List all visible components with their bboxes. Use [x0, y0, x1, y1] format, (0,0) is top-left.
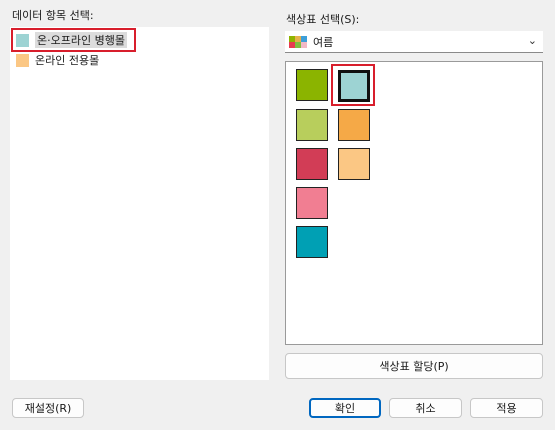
swatch-color[interactable] [296, 69, 328, 101]
list-item-online-offline[interactable]: 온·오프라인 병행몰 [11, 28, 136, 52]
ok-button[interactable]: 확인 [309, 398, 381, 418]
data-item-list[interactable]: 온·오프라인 병행몰 온라인 전용몰 [10, 27, 269, 380]
swatch-color[interactable] [296, 109, 328, 141]
reset-button[interactable]: 재설정(R) [12, 398, 84, 418]
swatch-color[interactable] [338, 70, 370, 102]
palette-selected-value: 여름 [313, 35, 334, 49]
assign-palette-button[interactable]: 색상표 할당(P) [285, 353, 543, 379]
palette-dropdown[interactable]: 여름 ⌄ [285, 31, 543, 53]
swatch-color[interactable] [296, 226, 328, 258]
list-item-online-only[interactable]: 온라인 전용몰 [14, 51, 105, 69]
chevron-down-icon: ⌄ [527, 34, 537, 47]
list-item-color-swatch [16, 53, 29, 67]
palette-icon-cell [301, 41, 307, 48]
swatch-color[interactable] [338, 109, 370, 141]
cancel-button[interactable]: 취소 [389, 398, 462, 418]
palette-label: 색상표 선택(S): [286, 13, 360, 26]
apply-button[interactable]: 적용 [470, 398, 543, 418]
swatch-color[interactable] [296, 187, 328, 219]
swatch-color[interactable] [296, 148, 328, 180]
swatch-panel [285, 61, 543, 345]
list-item-label: 온·오프라인 병행몰 [35, 32, 127, 48]
data-items-label: 데이터 항목 선택: [12, 9, 94, 22]
list-item-label: 온라인 전용몰 [35, 54, 100, 67]
palette-icon [289, 35, 307, 48]
list-item-color-swatch [16, 33, 29, 47]
swatch-color[interactable] [338, 148, 370, 180]
